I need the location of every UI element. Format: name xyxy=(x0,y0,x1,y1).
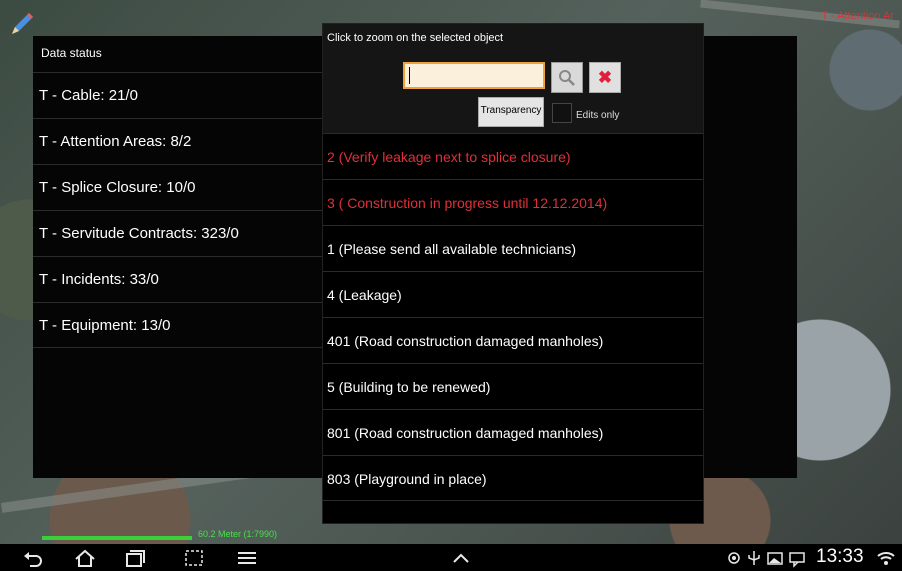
status-item-splice-closure[interactable]: T - Splice Closure: 10/0 xyxy=(33,164,323,210)
transparency-button[interactable]: Transparency xyxy=(478,97,544,127)
popup-header: Click to zoom on the selected object ✖ T… xyxy=(323,24,703,133)
result-item[interactable]: 5 (Building to be renewed) xyxy=(323,363,703,409)
right-side-panel xyxy=(704,36,797,478)
menu-icon[interactable] xyxy=(236,548,258,568)
close-icon: ✖ xyxy=(597,67,613,87)
status-item-cable[interactable]: T - Cable: 21/0 xyxy=(33,72,323,118)
pencil-icon[interactable] xyxy=(8,10,36,38)
home-icon[interactable] xyxy=(74,548,96,568)
status-item-attention-areas[interactable]: T - Attention Areas: 8/2 xyxy=(33,118,323,164)
back-icon[interactable] xyxy=(22,548,44,568)
result-item[interactable]: 2 (Verify leakage next to splice closure… xyxy=(323,133,703,179)
scale-text: 60.2 Meter (1:7990) xyxy=(198,529,278,539)
popup-hint: Click to zoom on the selected object xyxy=(327,32,504,44)
notification-icon xyxy=(789,552,805,568)
text-caret xyxy=(409,67,410,84)
clock: 13:33 xyxy=(816,546,864,567)
edits-only-label: Edits only xyxy=(576,110,620,121)
result-item[interactable]: 4 (Leakage) xyxy=(323,271,703,317)
result-item[interactable]: 3 ( Construction in progress until 12.12… xyxy=(323,179,703,225)
results-list: 2 (Verify leakage next to splice closure… xyxy=(323,133,703,501)
screenshot-icon[interactable] xyxy=(183,548,205,568)
gps-icon xyxy=(728,552,740,564)
status-item-incidents[interactable]: T - Incidents: 33/0 xyxy=(33,256,323,302)
recent-apps-icon[interactable] xyxy=(124,548,146,568)
edits-only-checkbox[interactable] xyxy=(552,103,572,123)
chevron-up-icon[interactable] xyxy=(450,548,472,568)
result-item[interactable]: 401 (Road construction damaged manholes) xyxy=(323,317,703,363)
status-item-servitude-contracts[interactable]: T - Servitude Contracts: 323/0 xyxy=(33,210,323,256)
system-navigation-bar: 13:33 xyxy=(0,544,902,571)
scale-bar xyxy=(42,536,192,540)
image-icon xyxy=(767,552,783,565)
search-input[interactable] xyxy=(403,62,545,89)
magnifier-icon xyxy=(559,69,575,86)
usb-icon xyxy=(748,551,760,565)
result-item[interactable]: 801 (Road construction damaged manholes) xyxy=(323,409,703,455)
search-popup: Click to zoom on the selected object ✖ T… xyxy=(322,23,704,524)
search-button[interactable] xyxy=(551,62,583,93)
result-item[interactable]: 1 (Please send all available technicians… xyxy=(323,225,703,271)
clear-button[interactable]: ✖ xyxy=(589,62,621,93)
wifi-icon xyxy=(877,552,895,565)
map-layer-label: T - Attention Ar xyxy=(821,10,894,22)
data-status-title: Data status xyxy=(41,46,102,60)
result-item[interactable]: 803 (Playground in place) xyxy=(323,455,703,501)
data-status-panel: Data status T - Cable: 21/0 T - Attentio… xyxy=(33,36,323,478)
status-item-equipment[interactable]: T - Equipment: 13/0 xyxy=(33,302,323,348)
